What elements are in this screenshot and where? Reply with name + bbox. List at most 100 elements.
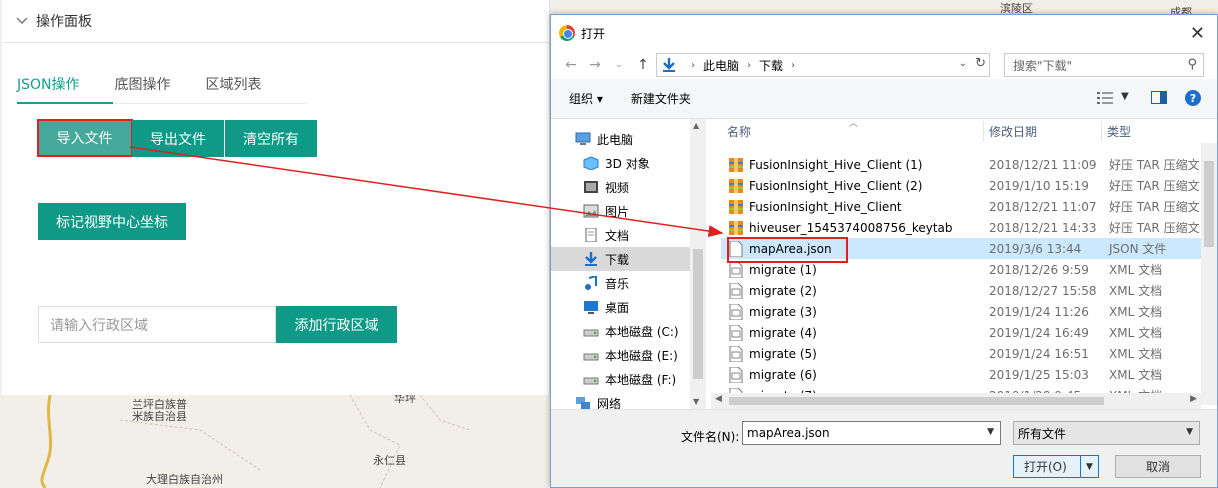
tab-region-list[interactable]: 区域列表 [206,72,262,104]
back-icon[interactable]: ← [559,57,583,73]
nav-item[interactable]: 图片 [551,199,705,223]
scroll-down-icon[interactable]: ▼ [693,397,699,406]
tab-basemap[interactable]: 底图操作 [115,72,171,104]
new-folder-button[interactable]: 新建文件夹 [631,90,691,107]
download-icon [583,252,599,266]
nav-item[interactable]: 音乐 [551,271,705,295]
nav-item[interactable]: 视频 [551,175,705,199]
nav-item[interactable]: 本地磁盘 (C:) [551,319,705,343]
video-icon [583,180,599,194]
nav-item-label: 网络 [597,396,622,410]
nav-item[interactable]: 下载 [551,247,705,271]
filename-input[interactable]: mapArea.json ▼ [742,421,1001,445]
file-date: 2018/12/21 11:07 [989,199,1097,214]
address-dropdown-icon[interactable]: ⌄ [959,58,967,69]
scrollbar-thumb[interactable] [1204,161,1214,247]
nav-item[interactable]: 文档 [551,223,705,247]
navigation-scrollbar[interactable]: ▲ ▼ [690,119,706,409]
network-icon [575,396,591,409]
file-row[interactable]: migrate (2) 2018/12/27 15:58 XML 文档 [721,280,1201,301]
breadcrumb-folder[interactable]: 下载 [759,57,783,74]
recent-dropdown-icon[interactable]: ⌄ [607,60,631,70]
horizontal-scrollbar[interactable]: ◀ ▶ [711,393,1201,409]
file-date: 2018/12/21 11:09 [989,157,1097,172]
file-row[interactable]: hiveuser_1545374008756_keytab 2018/12/21 … [721,217,1201,238]
file-type-filter[interactable]: 所有文件 ▼ [1013,421,1200,445]
help-icon[interactable]: ? [1185,90,1201,106]
column-header-type[interactable]: 类型 [1107,119,1131,143]
file-row[interactable]: migrate (4) 2019/1/24 16:49 XML 文档 [721,322,1201,343]
clear-all-button[interactable]: 清空所有 [225,120,317,157]
file-row[interactable]: migrate (6) 2019/1/25 15:03 XML 文档 [721,364,1201,385]
chevron-down-icon[interactable] [16,15,28,27]
organize-menu[interactable]: 组织 ▾ [569,90,603,107]
column-divider[interactable] [1101,121,1102,141]
operation-panel: 操作面板 JSON操作 底图操作 区域列表 导入文件 导出文件 清空所有 标记视… [2,0,550,395]
nav-item[interactable]: 本地磁盘 (E:) [551,343,705,367]
scrollbar-thumb[interactable] [729,397,1104,405]
document-icon [583,227,599,243]
file-row[interactable]: FusionInsight_Hive_Client (1) 2018/12/21 … [721,154,1201,175]
file-name: FusionInsight_Hive_Client [749,199,902,214]
file-row[interactable]: FusionInsight_Hive_Client (2) 2019/1/10 1… [721,175,1201,196]
breadcrumb-root[interactable]: 此电脑 [703,57,739,74]
scroll-left-icon[interactable]: ◀ [715,394,722,404]
refresh-icon[interactable]: ↻ [975,56,986,71]
view-options-icon[interactable] [1097,92,1113,104]
address-bar[interactable]: › 此电脑 › 下载 › ⌄ ↻ [656,53,990,77]
file-list: ︿ 名称 修改日期 类型 FusionInsight_Hive_Client (… [711,119,1217,409]
chevron-down-icon[interactable]: ▼ [1186,427,1193,437]
file-name: migrate (5) [749,346,817,361]
file-row[interactable]: migrate (3) 2019/1/24 11:26 XML 文档 [721,301,1201,322]
column-header-date[interactable]: 修改日期 [989,119,1037,143]
file-name: migrate (3) [749,304,817,319]
open-options-dropdown-icon[interactable]: ▼ [1080,456,1098,477]
file-row[interactable]: migrate (5) 2019/1/24 16:51 XML 文档 [721,343,1201,364]
up-icon[interactable]: ↑ [631,57,655,73]
nav-item[interactable]: 3D 对象 [551,151,705,175]
selected-file-highlight [727,237,848,263]
file-date: 2018/12/27 15:58 [989,283,1097,298]
column-divider[interactable] [983,121,984,141]
scroll-up-icon[interactable]: ▲ [693,121,699,130]
add-region-button[interactable]: 添加行政区域 [276,306,397,343]
nav-item[interactable]: 桌面 [551,295,705,319]
file-row[interactable]: FusionInsight_Hive_Client 2018/12/21 11:0… [721,196,1201,217]
nav-item[interactable]: 本地磁盘 (F:) [551,367,705,391]
file-type: XML 文档 [1109,368,1163,382]
preview-pane-icon[interactable] [1151,91,1167,104]
file-name: migrate (4) [749,325,817,340]
file-name: migrate (6) [749,367,817,382]
computer-icon [575,132,591,146]
cancel-button[interactable]: 取消 [1115,455,1201,478]
archive-icon [729,157,743,173]
scroll-right-icon[interactable]: ▶ [1190,394,1197,404]
panel-title: 操作面板 [36,14,92,30]
archive-icon [729,220,743,236]
forward-icon[interactable]: → [583,57,607,73]
dialog-titlebar[interactable]: 打开 ✕ [551,15,1217,51]
export-file-button[interactable]: 导出文件 [132,120,224,157]
view-dropdown-icon[interactable]: ▼ [1121,91,1129,102]
filename-value: mapArea.json [747,426,830,440]
open-button[interactable]: 打开(O) ▼ [1013,455,1099,478]
nav-item[interactable]: 网络 [551,391,705,409]
nav-item[interactable]: 此电脑 [551,127,705,151]
scrollbar-thumb[interactable] [693,249,703,379]
column-header-name[interactable]: 名称 [727,119,751,143]
3d-objects-icon [583,156,599,171]
mark-view-center-button[interactable]: 标记视野中心坐标 [38,203,186,240]
dialog-footer: 文件名(N): mapArea.json ▼ 所有文件 ▼ 打开(O) ▼ 取消 [551,409,1217,487]
nav-item-label: 此电脑 [597,132,634,147]
chevron-right-icon: › [747,59,752,71]
chevron-down-icon[interactable]: ▼ [987,427,994,437]
region-input[interactable]: 请输入行政区域 [38,306,276,343]
search-input[interactable]: 搜索"下载" ⚲ [1004,53,1204,77]
open-button-label: 打开(O) [1024,460,1067,474]
close-icon[interactable]: ✕ [1190,23,1205,44]
tab-json[interactable]: JSON操作 [17,72,80,104]
panel-header[interactable]: 操作面板 [2,0,549,43]
file-list-scrollbar[interactable] [1201,143,1217,405]
drive-icon [583,372,599,386]
navigation-pane: 此电脑 3D 对象 视频 图片 文档 下载 音乐 桌面 本地磁盘 (C:) 本地磁盘 (E:) 本地… [551,119,706,409]
